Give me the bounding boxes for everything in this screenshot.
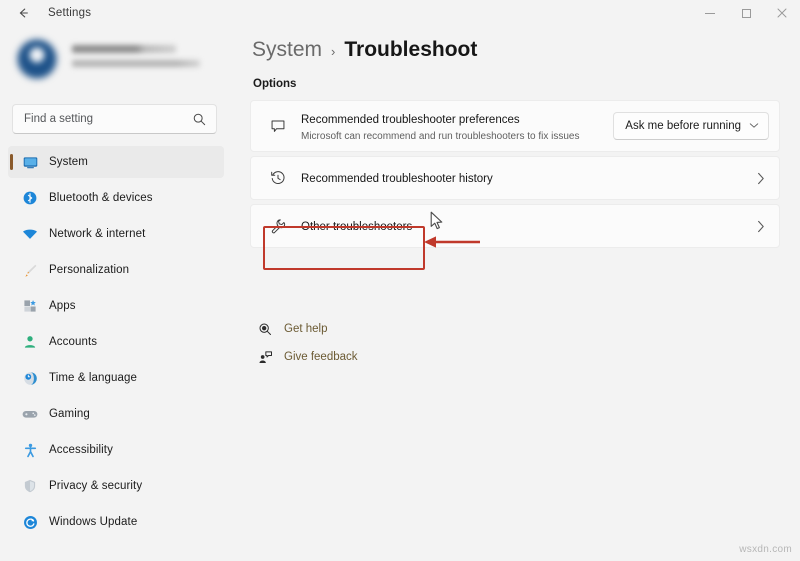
- chevron-right-icon[interactable]: [757, 220, 765, 233]
- search-placeholder: Find a setting: [24, 113, 94, 125]
- sidebar-item-label: System: [49, 156, 88, 168]
- card-other-troubleshooters[interactable]: Other troubleshooters: [250, 204, 780, 248]
- avatar: [12, 34, 62, 84]
- sidebar-item-privacy-security[interactable]: Privacy & security: [8, 470, 224, 502]
- link-label: Get help: [284, 323, 328, 335]
- sidebar-item-windows-update[interactable]: Windows Update: [8, 506, 224, 538]
- chevron-down-icon: [749, 121, 759, 131]
- speech-bubble-icon: [261, 117, 295, 135]
- breadcrumb-root[interactable]: System: [252, 38, 322, 62]
- sidebar-item-label: Windows Update: [49, 516, 138, 528]
- search-icon: [192, 112, 207, 127]
- card-title: Other troubleshooters: [301, 221, 413, 233]
- back-arrow-icon[interactable]: [8, 1, 38, 25]
- search-input[interactable]: Find a setting: [12, 104, 217, 134]
- card-title: Recommended troubleshooter preferences: [301, 114, 520, 126]
- window-controls: [692, 0, 800, 26]
- dropdown-value: Ask me before running: [625, 120, 741, 132]
- sidebar-item-network-internet[interactable]: Network & internet: [8, 218, 224, 250]
- monitor-icon: [16, 154, 44, 171]
- card-subtitle: Microsoft can recommend and run troubles…: [301, 131, 580, 142]
- sidebar-item-system[interactable]: System: [8, 146, 224, 178]
- card-text: Recommended troubleshooter preferences M…: [301, 110, 613, 142]
- section-label: Options: [253, 78, 297, 90]
- recommended-preferences-dropdown[interactable]: Ask me before running: [613, 112, 769, 140]
- card-title: Recommended troubleshooter history: [301, 173, 493, 185]
- link-give-feedback[interactable]: Give feedback: [252, 346, 358, 368]
- user-profile[interactable]: [0, 28, 232, 90]
- history-clock-icon: [261, 169, 295, 187]
- sidebar-item-accounts[interactable]: Accounts: [8, 326, 224, 358]
- sidebar-item-apps[interactable]: Apps: [8, 290, 224, 322]
- profile-email: [72, 60, 200, 67]
- get-help-icon: [252, 322, 278, 337]
- breadcrumb-separator-icon: ›: [331, 44, 336, 59]
- sidebar-item-time-language[interactable]: Time & language: [8, 362, 224, 394]
- link-get-help[interactable]: Get help: [252, 318, 358, 340]
- globe-clock-icon: [16, 370, 44, 387]
- sidebar-item-personalization[interactable]: Personalization: [8, 254, 224, 286]
- sidebar-item-label: Bluetooth & devices: [49, 192, 153, 204]
- maximize-button[interactable]: [728, 0, 764, 26]
- sidebar-item-label: Privacy & security: [49, 480, 143, 492]
- sidebar-item-label: Apps: [49, 300, 76, 312]
- sidebar-item-label: Personalization: [49, 264, 130, 276]
- app-title: Settings: [48, 7, 92, 19]
- sidebar-item-gaming[interactable]: Gaming: [8, 398, 224, 430]
- card-text: Recommended troubleshooter history: [301, 169, 757, 187]
- sidebar-item-label: Network & internet: [49, 228, 146, 240]
- accessibility-icon: [16, 442, 44, 459]
- sidebar: Find a setting System Bluetooth & device…: [0, 26, 232, 561]
- card-recommended-troubleshooter-history[interactable]: Recommended troubleshooter history: [250, 156, 780, 200]
- profile-name: [72, 45, 176, 53]
- sidebar-item-label: Accounts: [49, 336, 98, 348]
- watermark: wsxdn.com: [739, 544, 792, 555]
- link-label: Give feedback: [284, 351, 358, 363]
- page-title: Troubleshoot: [344, 38, 478, 61]
- sidebar-item-label: Time & language: [49, 372, 138, 384]
- paintbrush-icon: [16, 262, 44, 279]
- main-content: System › Troubleshoot Options Recommende…: [232, 26, 800, 561]
- gamepad-icon: [16, 405, 44, 423]
- help-links: Get help Give feedback: [252, 318, 358, 374]
- title-bar: Settings: [0, 0, 800, 26]
- sidebar-item-accessibility[interactable]: Accessibility: [8, 434, 224, 466]
- shield-icon: [16, 478, 44, 494]
- person-icon: [16, 334, 44, 350]
- wifi-icon: [16, 225, 44, 243]
- give-feedback-icon: [252, 350, 278, 365]
- bluetooth-icon: [16, 190, 44, 206]
- sidebar-item-bluetooth-devices[interactable]: Bluetooth & devices: [8, 182, 224, 214]
- card-text: Other troubleshooters: [301, 217, 757, 235]
- minimize-button[interactable]: [692, 0, 728, 26]
- chevron-right-icon[interactable]: [757, 172, 765, 185]
- sidebar-item-label: Accessibility: [49, 444, 113, 456]
- settings-window: Settings Find a setting System Bluetooth…: [0, 0, 800, 561]
- close-button[interactable]: [764, 0, 800, 26]
- update-icon: [16, 514, 44, 531]
- sidebar-item-label: Gaming: [49, 408, 90, 420]
- sidebar-nav: System Bluetooth & devices Network & int…: [0, 146, 232, 542]
- breadcrumb: System › Troubleshoot: [252, 38, 477, 62]
- options-list: Recommended troubleshooter preferences M…: [250, 100, 780, 252]
- card-recommended-troubleshooter-preferences[interactable]: Recommended troubleshooter preferences M…: [250, 100, 780, 152]
- wrench-icon: [261, 217, 295, 235]
- apps-icon: [16, 298, 44, 314]
